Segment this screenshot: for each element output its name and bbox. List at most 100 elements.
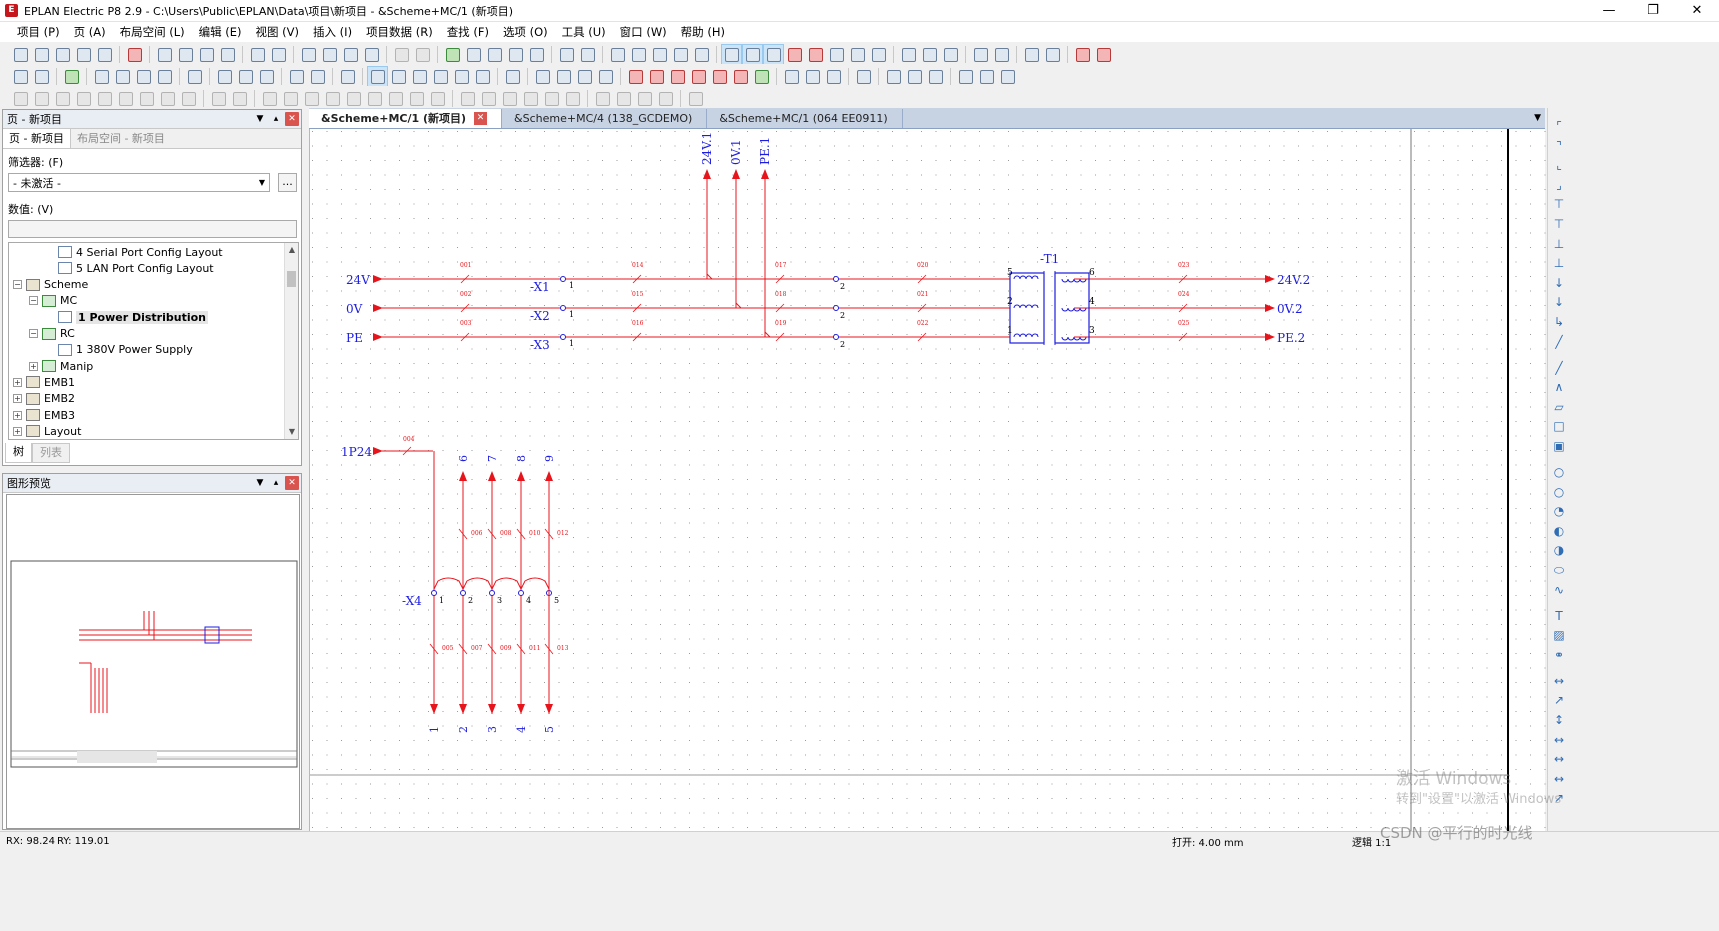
tb1-tool-icon[interactable] bbox=[742, 44, 763, 65]
tb2-tool-icon[interactable] bbox=[286, 66, 307, 87]
tabs-dropdown-icon[interactable]: ▼ bbox=[1534, 113, 1541, 123]
tb1-tool-icon[interactable] bbox=[10, 44, 31, 65]
tb1-tool-icon[interactable] bbox=[784, 44, 805, 65]
arc-icon[interactable]: ◑ bbox=[1551, 542, 1567, 558]
tb2-tool-icon[interactable] bbox=[853, 66, 874, 87]
tab-close-icon[interactable]: ✕ bbox=[474, 112, 488, 125]
hyperlink-icon[interactable]: ⚭ bbox=[1551, 647, 1567, 663]
tb2-tool-icon[interactable] bbox=[235, 66, 256, 87]
corner-icon[interactable]: ⌝ bbox=[1551, 138, 1567, 154]
scroll-down-icon[interactable]: ▼ bbox=[285, 425, 298, 439]
tb2-tool-icon[interactable] bbox=[388, 66, 409, 87]
tb2-tool-icon[interactable] bbox=[553, 66, 574, 87]
tb1-tool-icon[interactable] bbox=[898, 44, 919, 65]
expand-icon[interactable]: + bbox=[13, 410, 22, 420]
menu-item-9[interactable]: 工具 (U) bbox=[555, 22, 613, 42]
tb1-tool-icon[interactable] bbox=[577, 44, 598, 65]
tab-layout-space[interactable]: 布局空间 - 新项目 bbox=[71, 129, 171, 148]
tb1-tool-icon[interactable] bbox=[73, 44, 94, 65]
tb1-tool-icon[interactable] bbox=[970, 44, 991, 65]
arc-icon[interactable]: ◔ bbox=[1551, 503, 1567, 519]
expand-icon[interactable]: + bbox=[13, 426, 22, 436]
tb1-tool-icon[interactable] bbox=[361, 44, 382, 65]
corner-icon[interactable]: ⌟ bbox=[1551, 177, 1567, 193]
tb2-tool-icon[interactable] bbox=[646, 66, 667, 87]
tree-item[interactable]: − MC bbox=[29, 293, 77, 309]
rectangle-icon[interactable]: □ bbox=[1551, 418, 1567, 434]
tree-item[interactable]: + EMB3 bbox=[13, 407, 75, 423]
ellipse-icon[interactable]: ⬭ bbox=[1551, 562, 1567, 578]
tb1-tool-icon[interactable] bbox=[556, 44, 577, 65]
corner-icon[interactable]: ⌜ bbox=[1551, 118, 1567, 134]
tb2-tool-icon[interactable] bbox=[184, 66, 205, 87]
tb1-tool-icon[interactable] bbox=[940, 44, 961, 65]
tb2-tool-icon[interactable] bbox=[823, 66, 844, 87]
arrow-down-icon[interactable]: ↓ bbox=[1551, 294, 1567, 310]
tab-document-0[interactable]: &Scheme+MC/1 (新项目) ✕ bbox=[309, 109, 503, 128]
tb1-tool-icon[interactable] bbox=[691, 44, 712, 65]
tb1-tool-icon[interactable] bbox=[31, 44, 52, 65]
tb2-tool-icon[interactable] bbox=[976, 66, 997, 87]
tb1-tool-icon[interactable] bbox=[847, 44, 868, 65]
schematic-drawing[interactable]: 24V 24V.2 -X1 1 2 001 014 017 020 023 0V 0V.2 -X2 1 2 0… bbox=[310, 129, 1546, 831]
tree-item[interactable]: + Layout bbox=[13, 423, 81, 439]
preview-thumbnail[interactable] bbox=[6, 494, 300, 829]
dimension-icon[interactable]: ↕ bbox=[1551, 712, 1567, 728]
menu-item-3[interactable]: 编辑 (E) bbox=[192, 22, 249, 42]
tb2-tool-icon[interactable] bbox=[307, 66, 328, 87]
tree-item[interactable]: + Manip bbox=[29, 358, 93, 374]
tb1-tool-icon[interactable] bbox=[1021, 44, 1042, 65]
tb1-tool-icon[interactable] bbox=[217, 44, 238, 65]
expand-icon[interactable]: + bbox=[29, 361, 38, 371]
tb1-tool-icon[interactable] bbox=[826, 44, 847, 65]
tb2-tool-icon[interactable] bbox=[751, 66, 772, 87]
tb1-tool-icon[interactable] bbox=[805, 44, 826, 65]
minimize-icon[interactable]: — bbox=[1587, 0, 1631, 22]
tb1-tool-icon[interactable] bbox=[991, 44, 1012, 65]
arrow-down-icon[interactable]: ↓ bbox=[1551, 275, 1567, 291]
panel-menu-icon[interactable]: ▼ bbox=[253, 112, 267, 126]
tb1-tool-icon[interactable] bbox=[442, 44, 463, 65]
tb1-tool-icon[interactable] bbox=[628, 44, 649, 65]
scrollbar-thumb[interactable] bbox=[287, 271, 296, 287]
expand-icon[interactable]: + bbox=[13, 394, 22, 404]
tb2-tool-icon[interactable] bbox=[574, 66, 595, 87]
tb1-tool-icon[interactable] bbox=[175, 44, 196, 65]
tb2-tool-icon[interactable] bbox=[925, 66, 946, 87]
tree-item[interactable]: 4 Serial Port Config Layout bbox=[45, 244, 223, 260]
tb1-tool-icon[interactable] bbox=[463, 44, 484, 65]
tb2-tool-icon[interactable] bbox=[688, 66, 709, 87]
tb1-tool-icon[interactable] bbox=[1072, 44, 1093, 65]
tb2-tool-icon[interactable] bbox=[955, 66, 976, 87]
tab-document-1[interactable]: &Scheme+MC/4 (138_GCDEMO) bbox=[502, 109, 708, 128]
panel-close-icon[interactable]: ✕ bbox=[285, 112, 299, 126]
tb2-tool-icon[interactable] bbox=[367, 66, 388, 87]
spline-icon[interactable]: ∿ bbox=[1551, 582, 1567, 598]
tb2-tool-icon[interactable] bbox=[31, 66, 52, 87]
menu-item-0[interactable]: 项目 (P) bbox=[10, 22, 67, 42]
rectangle-icon[interactable]: ▣ bbox=[1551, 438, 1567, 454]
panel-menu-icon[interactable]: ▼ bbox=[253, 476, 267, 490]
menu-item-8[interactable]: 选项 (O) bbox=[496, 22, 555, 42]
corner-icon[interactable]: ⌞ bbox=[1551, 157, 1567, 173]
tb2-tool-icon[interactable] bbox=[709, 66, 730, 87]
schematic-canvas[interactable]: 24V 24V.2 -X1 1 2 001 014 017 020 023 0V 0V.2 -X2 1 2 0… bbox=[309, 129, 1546, 831]
image-icon[interactable]: ▨ bbox=[1551, 627, 1567, 643]
text-icon[interactable]: T bbox=[1551, 608, 1567, 624]
close-icon[interactable]: ✕ bbox=[1675, 0, 1719, 22]
filter-select[interactable]: - 未激活 - ▼ bbox=[8, 173, 270, 192]
tb2-tool-icon[interactable] bbox=[502, 66, 523, 87]
t-connection-icon[interactable]: ⊥ bbox=[1551, 236, 1567, 252]
tb1-tool-icon[interactable] bbox=[868, 44, 889, 65]
value-input[interactable] bbox=[8, 220, 297, 238]
tb1-tool-icon[interactable] bbox=[319, 44, 340, 65]
t-connection-icon[interactable]: ⊤ bbox=[1551, 216, 1567, 232]
tree-item[interactable]: − Scheme bbox=[13, 277, 88, 293]
tb1-tool-icon[interactable] bbox=[919, 44, 940, 65]
line-icon[interactable]: ╱ bbox=[1551, 360, 1567, 376]
menu-item-5[interactable]: 插入 (I) bbox=[306, 22, 359, 42]
menu-item-7[interactable]: 查找 (F) bbox=[440, 22, 496, 42]
tb2-tool-icon[interactable] bbox=[532, 66, 553, 87]
tb1-tool-icon[interactable] bbox=[340, 44, 361, 65]
collapse-icon[interactable]: − bbox=[29, 296, 38, 306]
